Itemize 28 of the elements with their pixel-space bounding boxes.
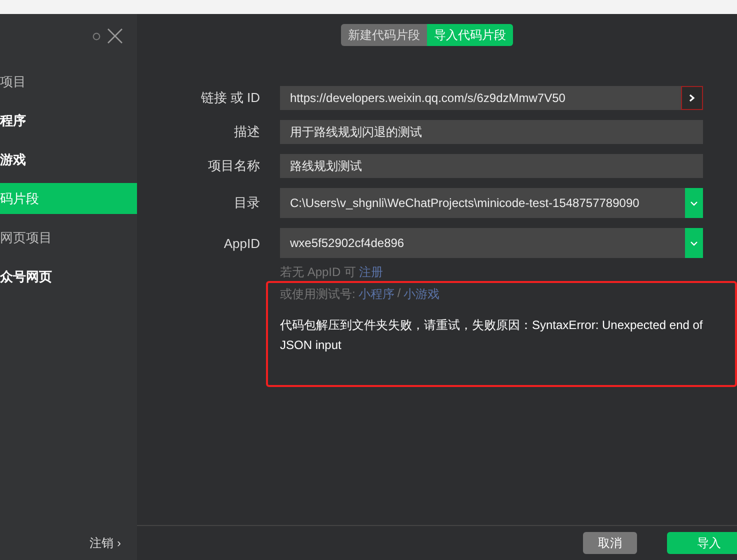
chevron-right-icon (689, 94, 695, 102)
sidebar-item[interactable]: 网页项目 (0, 222, 137, 253)
settings-icon[interactable] (92, 32, 101, 40)
field-label: 描述 (233, 123, 260, 141)
input-field[interactable]: https://developers.weixin.qq.com/s/6z9dzMmw7V50 (280, 86, 703, 110)
separator-text: / (397, 286, 401, 302)
sidebar-item[interactable]: 项目 (0, 66, 137, 97)
hint-text: 或使用测试号: (280, 286, 356, 303)
field-label: 链接 或 ID (200, 89, 260, 107)
tab[interactable]: 新建代码片段 (341, 24, 427, 46)
input-field[interactable]: C:\Users\v_shgnli\WeChatProjects\minicode-test-1548757789090 (280, 188, 703, 218)
input-field[interactable]: 路线规划测试 (280, 154, 703, 178)
field-label: AppID (222, 236, 260, 250)
hint-text: 若无 AppID 可 (280, 264, 356, 281)
sidebar-item[interactable]: 游戏 (0, 144, 137, 175)
cancel-button[interactable]: 取消 (583, 532, 637, 554)
logout-link[interactable]: 注销 › (90, 535, 121, 552)
input-field[interactable]: wxe5f52902cf4de896 (280, 228, 703, 258)
chevron-down-icon (690, 200, 698, 206)
error-message: 代码包解压到文件夹失败，请重试，失败原因：SyntaxError: Unexpected end of JSON input (280, 317, 703, 354)
go-button[interactable] (681, 86, 703, 110)
close-icon[interactable] (107, 28, 123, 44)
sidebar-item[interactable]: 众号网页 (0, 261, 137, 292)
input-field[interactable]: 用于路线规划闪退的测试 (280, 120, 703, 144)
field-label: 目录 (233, 194, 260, 212)
field-label: 项目名称 (207, 157, 260, 175)
chevron-down-icon (690, 240, 698, 246)
sidebar-item[interactable]: 程序 (0, 105, 137, 136)
